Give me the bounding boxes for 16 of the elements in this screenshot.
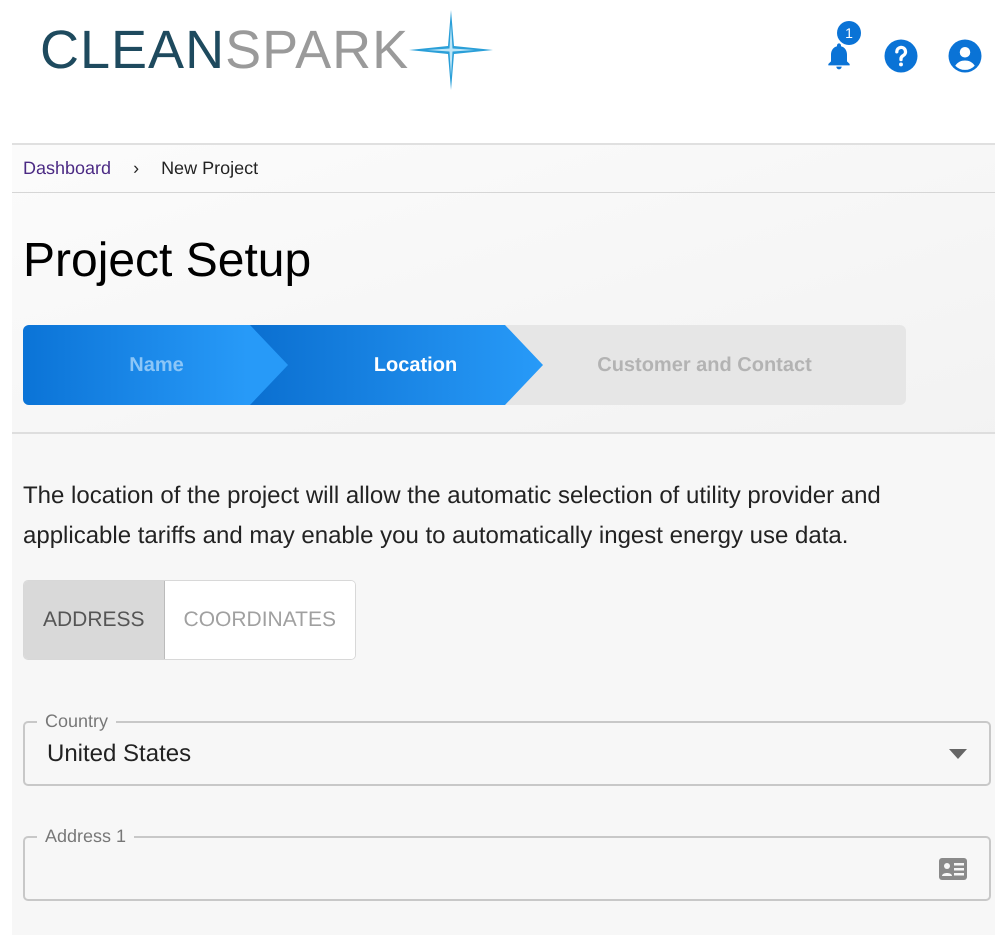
mode-toggle-button[interactable]: ADDRESS xyxy=(24,581,164,659)
help-icon[interactable] xyxy=(883,38,919,74)
breadcrumb-separator: › xyxy=(133,157,140,180)
notification-badge: 1 xyxy=(837,21,861,45)
star-logo-icon xyxy=(409,10,494,90)
breadcrumb-current: New Project xyxy=(161,157,258,180)
contact-card-icon xyxy=(939,858,967,880)
logo-text: CLEANSPARK xyxy=(40,23,410,77)
breadcrumb-link[interactable]: Dashboard xyxy=(23,155,112,182)
dropdown-caret-icon xyxy=(949,748,967,758)
step-tab[interactable]: Location xyxy=(250,325,543,405)
description-text: The location of the project will allow the automatic selection of utility provider and applicable tariffs and may enable you to automatically ingest energy use data. xyxy=(23,481,882,551)
mode-toggle-button[interactable]: COORDINATES xyxy=(164,581,355,659)
account-icon[interactable] xyxy=(947,38,983,74)
page-title: Project Setup xyxy=(22,233,312,289)
chevron-icon xyxy=(250,325,288,405)
